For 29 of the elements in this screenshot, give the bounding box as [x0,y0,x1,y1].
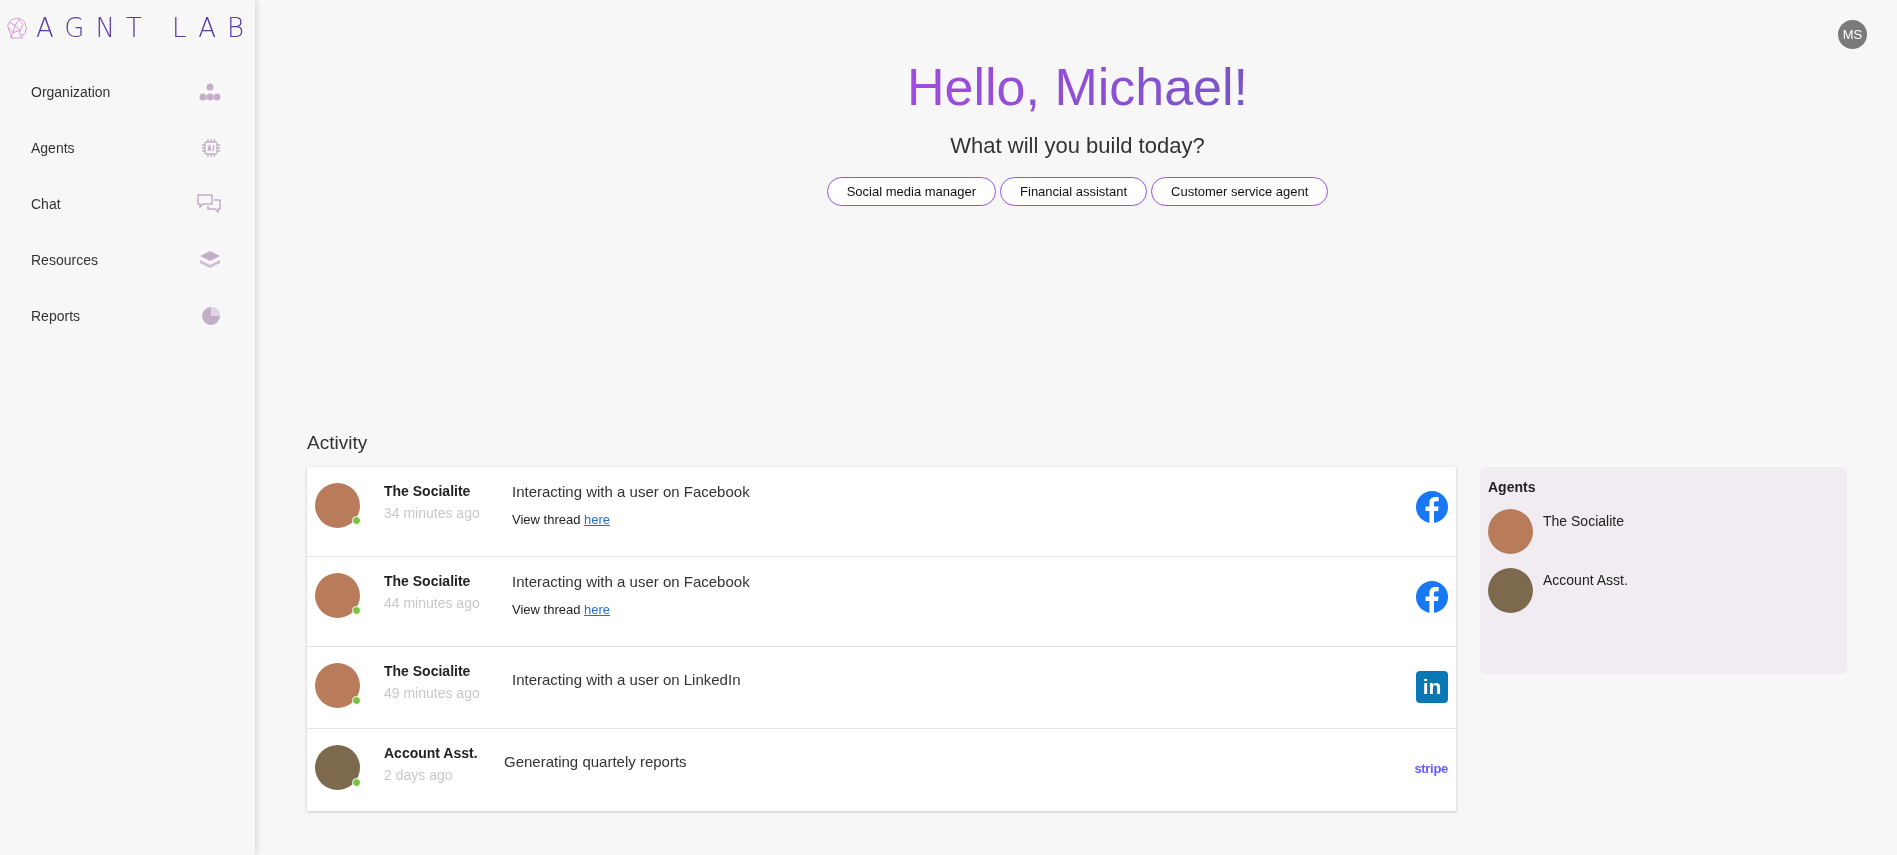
agent-name: The Socialite [384,573,472,589]
stripe-logo: stripe [1414,761,1448,776]
activity-message: Interacting with a user on Facebook [512,573,751,590]
sidebar-item[interactable]: Resources [0,232,255,288]
thread-link[interactable]: here [584,602,611,617]
user-avatar[interactable]: MS [1838,20,1867,49]
panel-title: Agents [1488,479,1537,495]
activity-heading: Activity [307,432,369,454]
sidebar-item[interactable]: Agents [0,120,255,176]
thread-link[interactable]: here [584,512,611,527]
suggestion-chip[interactable]: Customer service agent [1151,177,1329,206]
linkedin-logo: in [1416,671,1448,703]
activity-message: Interacting with a user on LinkedIn [512,671,742,688]
agent-name[interactable]: Account Asst. [1543,572,1628,588]
sidebar-item[interactable]: Chat [0,176,255,232]
view-thread-text: View thread here [512,512,612,527]
sidebar-item[interactable]: Organization [0,64,255,120]
agent-name[interactable]: The Socialite [1543,513,1624,529]
agent-name: Account Asst. [384,745,479,761]
agent-name: The Socialite [384,483,472,499]
agent-name: The Socialite [384,663,472,679]
activity-message: Generating quartely reports [504,753,688,770]
activity-message: Interacting with a user on Facebook [512,483,751,500]
suggestion-chip[interactable]: Financial assistant [1000,177,1147,206]
sidebar-item[interactable]: Reports [0,288,255,344]
brand-name: AGNT LAB [36,13,255,43]
suggestion-chip[interactable]: Social media manager [826,177,997,206]
view-thread-text: View thread here [512,602,612,617]
subtitle: What will you build today? [950,133,1205,159]
